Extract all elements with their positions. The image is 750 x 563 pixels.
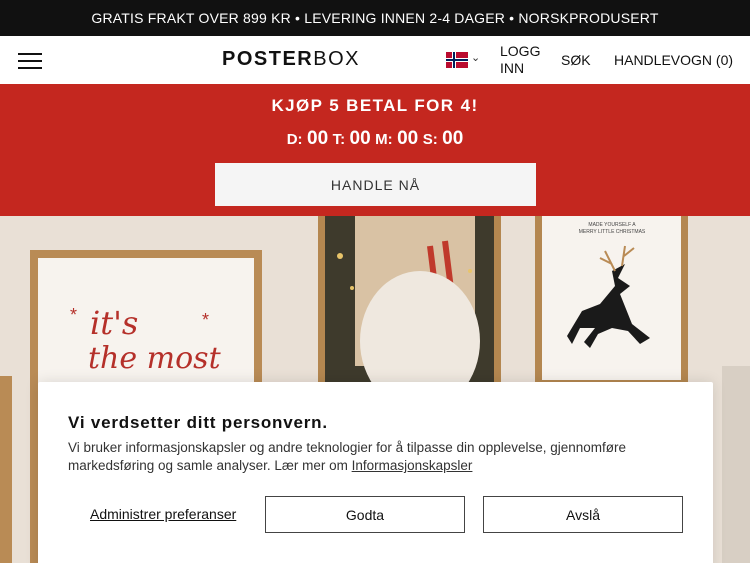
- hours-label: T:: [332, 131, 346, 148]
- countdown-timer: D: 00 T: 00 M: 00 S: 00: [0, 128, 750, 150]
- promo-title: KJØP 5 BETAL FOR 4!: [271, 96, 479, 115]
- shipping-banner: GRATIS FRAKT OVER 899 KR • LEVERING INNE…: [0, 0, 750, 36]
- seconds-label: S:: [422, 131, 438, 148]
- days-value: 00: [307, 128, 329, 149]
- cart-link[interactable]: HANDLEVOGN (0): [614, 52, 733, 68]
- reject-button[interactable]: Avslå: [483, 496, 683, 533]
- logo-bold-text: POSTER: [222, 48, 314, 70]
- promo-banner: KJØP 5 BETAL FOR 4! D: 00 T: 00 M: 00 S:…: [0, 84, 750, 216]
- poster-script-line2: the most: [88, 341, 222, 376]
- site-logo[interactable]: POSTERBOX: [222, 48, 360, 71]
- logo-light-text: BOX: [313, 48, 360, 70]
- svg-text:*: *: [202, 310, 209, 330]
- shipping-banner-text: GRATIS FRAKT OVER 899 KR • LEVERING INNE…: [91, 10, 659, 26]
- chevron-down-icon[interactable]: ⌄: [471, 51, 480, 64]
- login-line2: INN: [500, 60, 525, 76]
- accept-button[interactable]: Godta: [265, 496, 465, 533]
- minutes-label: M:: [375, 131, 393, 148]
- poster-script-line1: it's: [90, 304, 138, 342]
- seconds-value: 00: [442, 128, 464, 149]
- search-link[interactable]: SØK: [561, 52, 591, 68]
- minutes-value: 00: [397, 128, 419, 149]
- cookie-description: Vi bruker informasjonskapsler og andre t…: [68, 439, 698, 475]
- poster-small-line1: MADE YOURSELF A: [588, 222, 636, 228]
- manage-preferences-link[interactable]: Administrer preferanser: [90, 506, 236, 522]
- cookie-description-text: Vi bruker informasjonskapsler og andre t…: [68, 440, 627, 473]
- norway-flag-icon[interactable]: [445, 52, 469, 68]
- svg-text:*: *: [70, 305, 77, 325]
- days-label: D:: [286, 131, 303, 148]
- poster-small-line2: MERRY LITTLE CHRISTMAS: [579, 229, 646, 235]
- login-link[interactable]: LOGG INN: [500, 43, 544, 77]
- cookie-info-link[interactable]: Informasjonskapsler: [352, 458, 473, 473]
- site-header: POSTERBOX ⌄ LOGG INN SØK HANDLEVOGN (0): [0, 36, 750, 84]
- login-line1: LOGG: [500, 43, 541, 59]
- cookie-consent-dialog: Vi verdsetter ditt personvern. Vi bruker…: [38, 382, 713, 563]
- cookie-title: Vi verdsetter ditt personvern.: [68, 413, 328, 432]
- hours-value: 00: [349, 128, 371, 149]
- shop-now-button[interactable]: HANDLE NÅ: [215, 163, 536, 206]
- menu-icon[interactable]: [18, 53, 42, 69]
